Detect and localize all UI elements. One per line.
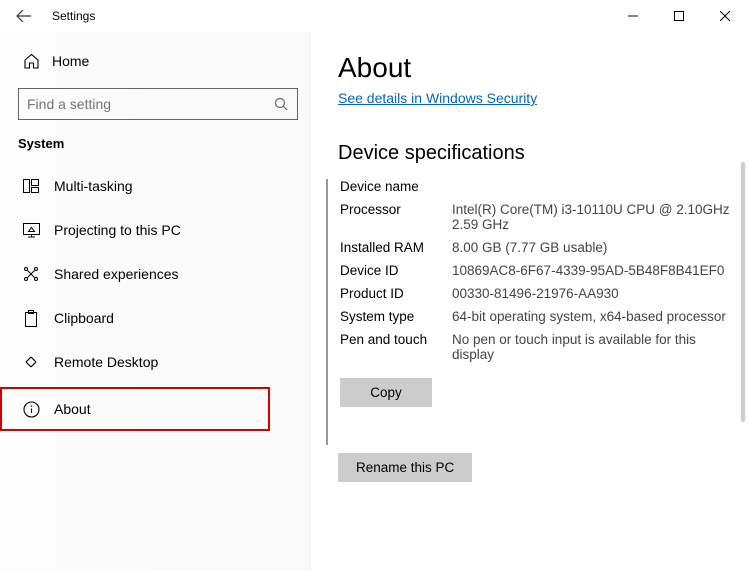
sidebar-item-clipboard[interactable]: Clipboard <box>18 299 305 337</box>
search-box[interactable] <box>18 88 298 120</box>
content: Home System Multi-tasking Projecting to … <box>0 32 748 571</box>
sidebar-item-remote[interactable]: Remote Desktop <box>18 343 305 381</box>
multitasking-icon <box>22 177 40 195</box>
about-icon <box>22 400 40 418</box>
spec-device-id: Device ID 10869AC8-6F67-4339-95AD-5B48F8… <box>340 263 738 278</box>
window-controls <box>610 0 748 32</box>
spec-value: 00330-81496-21976-AA930 <box>452 286 619 301</box>
sidebar-item-label: Multi-tasking <box>54 178 133 194</box>
spec-value: 10869AC8-6F67-4339-95AD-5B48F8B41EF0 <box>452 263 724 278</box>
spec-label: Product ID <box>340 286 452 301</box>
spec-label: Installed RAM <box>340 240 452 255</box>
maximize-icon <box>674 11 684 21</box>
scrollbar[interactable] <box>741 162 745 422</box>
spec-value: No pen or touch input is available for t… <box>452 332 738 362</box>
spec-product-id: Product ID 00330-81496-21976-AA930 <box>340 286 738 301</box>
close-icon <box>720 11 730 21</box>
shared-icon <box>22 265 40 283</box>
sidebar-item-label: Projecting to this PC <box>54 222 181 238</box>
spec-label: Device ID <box>340 263 452 278</box>
app-title: Settings <box>52 9 95 23</box>
sidebar-item-about[interactable]: About <box>0 387 270 431</box>
minimize-button[interactable] <box>610 0 656 32</box>
search-icon <box>274 97 289 112</box>
maximize-button[interactable] <box>656 0 702 32</box>
spec-label: System type <box>340 309 452 324</box>
spec-label: Device name <box>340 179 452 194</box>
security-link[interactable]: See details in Windows Security <box>338 90 537 106</box>
page-title: About <box>338 52 738 84</box>
sidebar-item-shared[interactable]: Shared experiences <box>18 255 305 293</box>
home-icon <box>22 52 40 70</box>
sidebar-home-label: Home <box>52 53 89 69</box>
titlebar-left: Settings <box>14 6 95 26</box>
sidebar-home[interactable]: Home <box>18 44 305 78</box>
sidebar: Home System Multi-tasking Projecting to … <box>0 32 310 571</box>
sidebar-item-label: Clipboard <box>54 310 114 326</box>
projecting-icon <box>22 221 40 239</box>
minimize-icon <box>628 11 638 21</box>
copy-button[interactable]: Copy <box>340 378 432 407</box>
spec-value: Intel(R) Core(TM) i3-10110U CPU @ 2.10GH… <box>452 202 738 232</box>
sidebar-section-label: System <box>18 136 305 151</box>
spec-pen-touch: Pen and touch No pen or touch input is a… <box>340 332 738 362</box>
specs-heading: Device specifications <box>338 142 738 165</box>
specs-block: Device name Processor Intel(R) Core(TM) … <box>326 179 738 445</box>
spec-label: Processor <box>340 202 452 232</box>
spec-ram: Installed RAM 8.00 GB (7.77 GB usable) <box>340 240 738 255</box>
close-button[interactable] <box>702 0 748 32</box>
arrow-left-icon <box>16 8 32 24</box>
sidebar-item-label: Remote Desktop <box>54 354 158 370</box>
spec-value: 64-bit operating system, x64-based proce… <box>452 309 726 324</box>
main-panel: About See details in Windows Security De… <box>310 32 748 571</box>
sidebar-item-label: About <box>54 401 91 417</box>
spec-label: Pen and touch <box>340 332 452 362</box>
spec-system-type: System type 64-bit operating system, x64… <box>340 309 738 324</box>
sidebar-item-label: Shared experiences <box>54 266 179 282</box>
sidebar-item-multitasking[interactable]: Multi-tasking <box>18 167 305 205</box>
spec-processor: Processor Intel(R) Core(TM) i3-10110U CP… <box>340 202 738 232</box>
clipboard-icon <box>22 309 40 327</box>
back-button[interactable] <box>14 6 34 26</box>
remote-icon <box>22 353 40 371</box>
rename-pc-button[interactable]: Rename this PC <box>338 453 472 482</box>
sidebar-item-projecting[interactable]: Projecting to this PC <box>18 211 305 249</box>
spec-device-name: Device name <box>340 179 738 194</box>
search-input[interactable] <box>27 96 274 112</box>
spec-value: 8.00 GB (7.77 GB usable) <box>452 240 607 255</box>
titlebar: Settings <box>0 0 748 32</box>
